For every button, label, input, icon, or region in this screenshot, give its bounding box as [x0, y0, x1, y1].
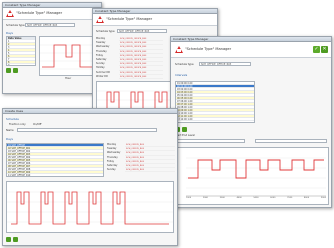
window-header: "Schedule Type" Manager: [3, 8, 101, 20]
schedule-type-label: Schedule type: [175, 63, 194, 66]
list-item[interactable]: 11 SCH_OFFICE_R10: [7, 174, 103, 176]
close-button[interactable]: ✕: [321, 46, 328, 53]
day-value[interactable]: SCH_OFFICE_OFFICE_R03: [119, 75, 163, 79]
window-titlebar: Create Uses: [3, 109, 177, 114]
day-label: Sunday: [107, 168, 116, 172]
schedule-type-field[interactable]: SCH_OFFICE_OFFICE_R03: [199, 62, 251, 66]
table-row[interactable]: 9: [7, 64, 35, 65]
schedule-type-field[interactable]: SCH_OFFICE_OFFICE_R03: [117, 29, 167, 33]
x-tick-label: 6000: [270, 197, 276, 199]
day-values[interactable]: SCH_OFFICE_R03 SCH_OFFICE_R03 SCH_OFFICE_R…: [125, 143, 175, 173]
schedule-chart-a-svg: [40, 44, 99, 70]
window-header: "Schedule Type" Manager ✓ ✕: [171, 42, 331, 58]
x-tick-label: 1000: [186, 197, 192, 199]
schedule-chart-d: [6, 181, 174, 233]
day-label: Wednesday: [96, 45, 110, 49]
window-title: Schedule: [6, 117, 19, 121]
schedule-line: [42, 44, 97, 68]
interval-row[interactable]: 13 12:00 1.00: [176, 118, 254, 121]
ok-button[interactable]: ✓: [313, 46, 320, 53]
app-logo-icon: [6, 10, 14, 17]
add-button[interactable]: [6, 68, 11, 73]
schedule-chart-d-svg: [7, 191, 173, 225]
section-title: Intervals: [175, 73, 188, 77]
x-tick-labels: 1000 2000 3000 4000 5000 6000 7000 8000 9000: [186, 197, 326, 202]
x-tick-label: 8000: [304, 197, 310, 199]
days-table[interactable]: Date Value 123456789: [6, 36, 36, 66]
schedule-type-label: Schedule type: [6, 24, 25, 27]
schedule-line: [188, 159, 324, 179]
remove-button[interactable]: [13, 237, 18, 242]
option-onoff[interactable]: On/Off: [33, 123, 41, 126]
schedule-chart-a: [39, 36, 100, 76]
section-title: Days: [6, 31, 13, 35]
x-tick-label: 5000: [253, 197, 259, 199]
schedule-type-field[interactable]: SCH_OFFICE_OFFICE_R03: [25, 23, 75, 27]
add-button[interactable]: [6, 237, 11, 242]
window-title: "Schedule Type" Manager: [185, 47, 232, 51]
x-tick-label: 7000: [287, 197, 293, 199]
x-tick-label: 2000: [202, 197, 208, 199]
name-field[interactable]: [17, 128, 157, 132]
schedule-chart-c: 1000 2000 3000 4000 5000 6000 7000 8000 9000: [175, 147, 329, 205]
schedule-type-label: Schedule type: [96, 30, 115, 33]
day-values[interactable]: SCH_OFFICE_OFFICE_R03 SCH_OFFICE_OFFICE_R…: [119, 37, 163, 79]
day-labels: Monday Tuesday Wednesday Thursday Friday Satu…: [96, 37, 110, 79]
app-logo-icon: [175, 46, 183, 53]
day-labels: Monday Tuesday Wednesday Thursday Friday Satu…: [107, 143, 120, 172]
level-input[interactable]: [255, 139, 327, 143]
option-fraction[interactable]: Fraction only: [9, 123, 26, 126]
day-value[interactable]: SCH_OFFICE_R03: [125, 168, 175, 173]
intervals-table[interactable]: 01 00:00 0.00 02 01:00 0.00 03 02:00 0.00 0…: [175, 81, 255, 123]
schedule-manager-window-c: Constant Type Manager "Schedule Type" Ma…: [170, 36, 332, 208]
name-label: Name: [6, 129, 14, 132]
chart-xlabel: Hour: [65, 77, 72, 80]
window-title: "Schedule Type" Manager: [106, 17, 153, 21]
x-tick-label: 9000: [320, 197, 326, 199]
day-label: Wednesday: [107, 151, 121, 155]
x-tick-label: 3000: [219, 197, 225, 199]
remove-interval-button[interactable]: [182, 127, 187, 132]
interval-input[interactable]: [175, 139, 245, 143]
window-header: "Schedule Type" Manager: [93, 14, 217, 26]
remove-button[interactable]: [13, 68, 18, 73]
schedule-create-window-d: Create Uses Schedule Fraction only On/Of…: [2, 108, 178, 246]
section-title: Days: [6, 137, 13, 141]
window-title: "Schedule Type" Manager: [16, 11, 63, 15]
x-tick-label: 4000: [236, 197, 242, 199]
schedule-line: [11, 191, 169, 225]
day-label: Winter DD: [96, 74, 108, 78]
schedule-list[interactable]: 01 SCH_OFFICE 02 SCH_OFFICE_R01 03 SCH_OFF…: [6, 143, 104, 177]
schedule-manager-window-a: Constant Type Manager "Schedule Type" Ma…: [2, 2, 102, 94]
app-logo-icon: [96, 16, 104, 23]
schedule-chart-c-svg: [186, 157, 326, 197]
